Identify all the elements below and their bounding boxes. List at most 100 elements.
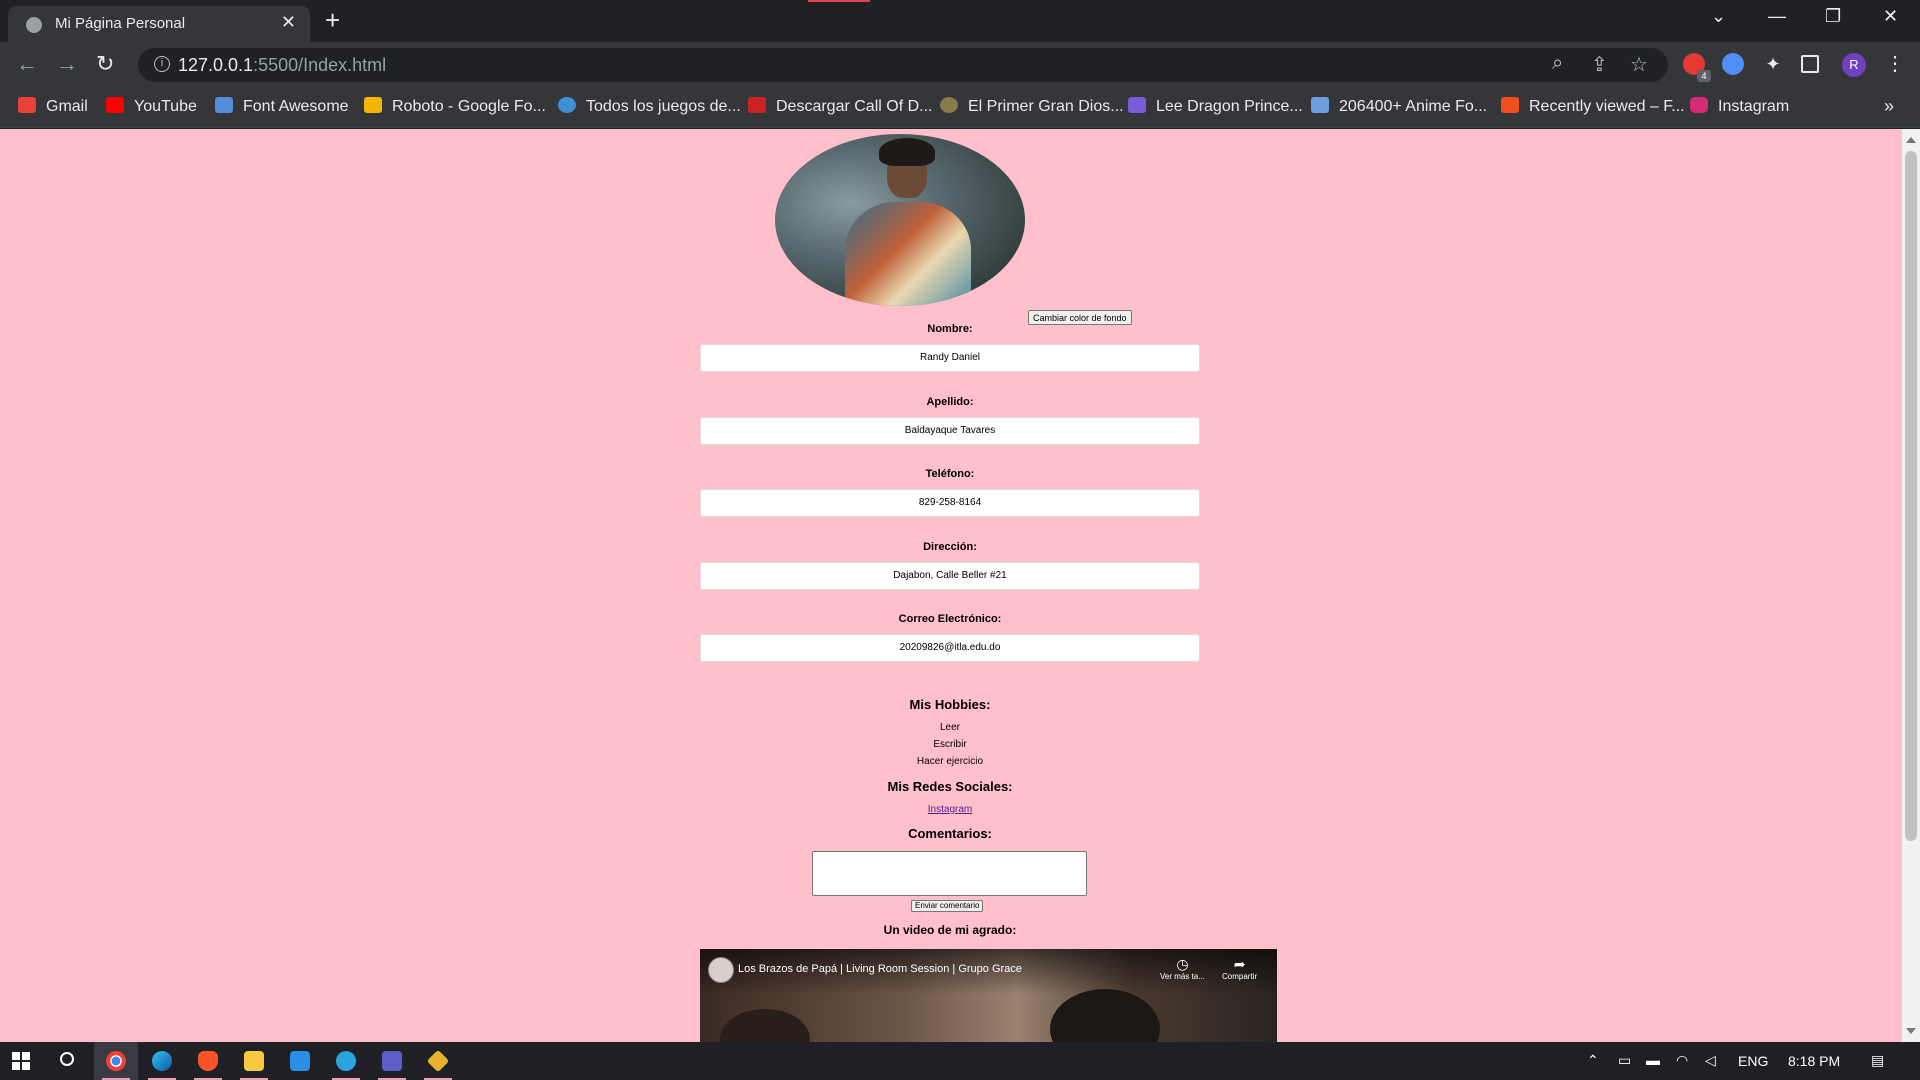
taskbar-vscode[interactable]: [278, 1042, 322, 1080]
bookmark-label: Recently viewed – F...: [1529, 98, 1685, 115]
tab-search-icon[interactable]: ⌄: [1711, 6, 1726, 27]
url-text[interactable]: 127.0.0.1:5500/Index.html: [178, 55, 386, 76]
bookmark-label: El Primer Gran Dios...: [968, 98, 1124, 115]
site-info-icon[interactable]: i: [154, 56, 170, 72]
taskbar-explorer[interactable]: [232, 1042, 276, 1080]
language-indicator[interactable]: ENG: [1738, 1053, 1768, 1069]
taskbar-telegram[interactable]: [324, 1042, 368, 1080]
bookmark-roboto[interactable]: Roboto - Google Fo...: [364, 97, 546, 119]
bookmark-font-awesome[interactable]: Font Awesome: [215, 97, 349, 119]
back-button[interactable]: ←: [16, 51, 38, 77]
bookmark-youtube[interactable]: YouTube: [106, 97, 197, 119]
share-video-button[interactable]: ➦ Compartir: [1222, 956, 1257, 981]
bookmark-dragon-prince[interactable]: Lee Dragon Prince...: [1128, 97, 1303, 119]
taskbar-brave[interactable]: [186, 1042, 230, 1080]
name-field[interactable]: Randy Daniel: [700, 344, 1200, 372]
extension-badge: 4: [1697, 70, 1711, 82]
phone-field[interactable]: 829-258-8164: [700, 489, 1200, 517]
taskbar-edge[interactable]: [140, 1042, 184, 1080]
youtube-embed[interactable]: Los Brazos de Papá | Living Room Session…: [700, 949, 1277, 1042]
photo-body: [845, 202, 971, 306]
taskbar-teams[interactable]: [370, 1042, 414, 1080]
profile-photo: [775, 134, 1025, 306]
drop-icon: [558, 97, 576, 113]
email-field[interactable]: 20209826@itla.edu.do: [700, 634, 1200, 662]
wifi-icon[interactable]: ◠: [1676, 1052, 1688, 1069]
bookmark-juegos[interactable]: Todos los juegos de...: [558, 97, 741, 119]
volume-icon[interactable]: ◁: [1705, 1052, 1716, 1069]
bookmark-call-of-duty[interactable]: Descargar Call Of D...: [748, 97, 932, 119]
bookmark-gran-dios[interactable]: El Primer Gran Dios...: [940, 97, 1124, 119]
browser-tab[interactable]: Mi Página Personal ✕: [8, 6, 310, 42]
clock-time[interactable]: 8:18 PM: [1788, 1053, 1840, 1069]
taskbar-git[interactable]: [416, 1042, 460, 1080]
search-button[interactable]: [46, 1042, 90, 1080]
bookmark-label: Gmail: [46, 98, 88, 115]
url-host: 127.0.0.1: [178, 55, 254, 75]
extension-icon[interactable]: [1722, 53, 1744, 75]
tray-overflow-icon[interactable]: ⌃: [1587, 1052, 1599, 1069]
watch-later-button[interactable]: ◷ Ver más ta...: [1160, 956, 1205, 981]
video-embed-title[interactable]: Los Brazos de Papá | Living Room Session…: [738, 963, 1022, 975]
browser-menu-icon[interactable]: ⋮: [1885, 51, 1905, 76]
bookmark-instagram[interactable]: Instagram: [1690, 97, 1789, 119]
bookmark-star-icon[interactable]: ☆: [1630, 52, 1648, 77]
address-field[interactable]: Dajabon, Calle Beller #21: [700, 562, 1200, 590]
bookmark-gmail[interactable]: Gmail: [18, 97, 88, 119]
tab-strip-indicator: [808, 0, 870, 2]
tab-close-icon[interactable]: ✕: [281, 12, 296, 33]
forward-button[interactable]: →: [56, 51, 78, 77]
instagram-icon: [1690, 97, 1708, 113]
minimize-button[interactable]: —: [1768, 6, 1786, 27]
game-icon: [748, 97, 766, 113]
share-icon[interactable]: ⇪: [1591, 52, 1608, 77]
new-tab-button[interactable]: +: [325, 6, 340, 34]
page-viewport: Cambiar color de fondo Nombre: Randy Dan…: [0, 129, 1902, 1042]
scroll-down-icon[interactable]: [1906, 1028, 1916, 1034]
bookmark-anime[interactable]: 206400+ Anime Fo...: [1311, 97, 1487, 119]
bookmark-label: Font Awesome: [243, 98, 349, 115]
reload-button[interactable]: ↻: [96, 51, 114, 77]
close-window-button[interactable]: ✕: [1883, 6, 1898, 27]
vscode-icon: [290, 1051, 310, 1071]
zoom-icon[interactable]: ⌕: [1552, 52, 1563, 75]
bookmarks-overflow-icon[interactable]: »: [1884, 96, 1894, 117]
manga-icon: [1128, 97, 1146, 113]
tab-strip: Mi Página Personal ✕ + ⌄ — ❐ ✕: [0, 0, 1920, 42]
windows-start-icon[interactable]: [12, 1052, 30, 1070]
battery-icon[interactable]: ▬: [1646, 1052, 1660, 1068]
side-panel-icon[interactable]: [1801, 55, 1819, 73]
git-icon: [426, 1049, 450, 1073]
scroll-up-icon[interactable]: [1906, 137, 1916, 143]
profile-avatar[interactable]: R: [1842, 53, 1866, 77]
taskbar-chrome[interactable]: [94, 1042, 138, 1080]
puzzle-icon[interactable]: ✦: [1762, 53, 1784, 75]
lastname-field[interactable]: Baldayaque Tavares: [700, 417, 1200, 445]
hobbies-title: Mis Hobbies:: [909, 697, 991, 712]
comment-textarea[interactable]: [812, 851, 1087, 896]
globe-icon: [26, 17, 42, 33]
restore-button[interactable]: ❐: [1825, 6, 1841, 27]
chrome-icon: [106, 1051, 126, 1071]
clock-icon: ◷: [1176, 956, 1189, 972]
teams-icon: [382, 1051, 402, 1071]
send-comment-button[interactable]: Enviar comentario: [911, 900, 984, 912]
telegram-icon: [336, 1051, 356, 1071]
channel-avatar[interactable]: [708, 957, 734, 983]
google-fonts-icon: [364, 97, 382, 113]
tab-title: Mi Página Personal: [55, 15, 186, 32]
scroll-thumb[interactable]: [1905, 151, 1917, 841]
browser-toolbar: ← → ↻ i 127.0.0.1:5500/Index.html ⌕ ⇪ ☆ …: [0, 42, 1920, 88]
hobby-item: Leer: [939, 722, 960, 733]
instagram-link[interactable]: Instagram: [700, 804, 1200, 815]
page-scrollbar[interactable]: [1902, 129, 1920, 1042]
address-bar[interactable]: i 127.0.0.1:5500/Index.html ⌕ ⇪ ☆: [138, 48, 1668, 82]
hobby-item: Escribir: [933, 739, 967, 750]
flag-icon: [215, 97, 233, 113]
name-label: Nombre:: [927, 323, 973, 335]
bookmark-label: Roboto - Google Fo...: [392, 98, 546, 115]
notifications-icon[interactable]: ▤: [1871, 1052, 1884, 1069]
tray-device-icon[interactable]: ▭: [1618, 1052, 1631, 1069]
bookmark-figma[interactable]: Recently viewed – F...: [1501, 97, 1685, 119]
search-icon: [60, 1052, 74, 1066]
